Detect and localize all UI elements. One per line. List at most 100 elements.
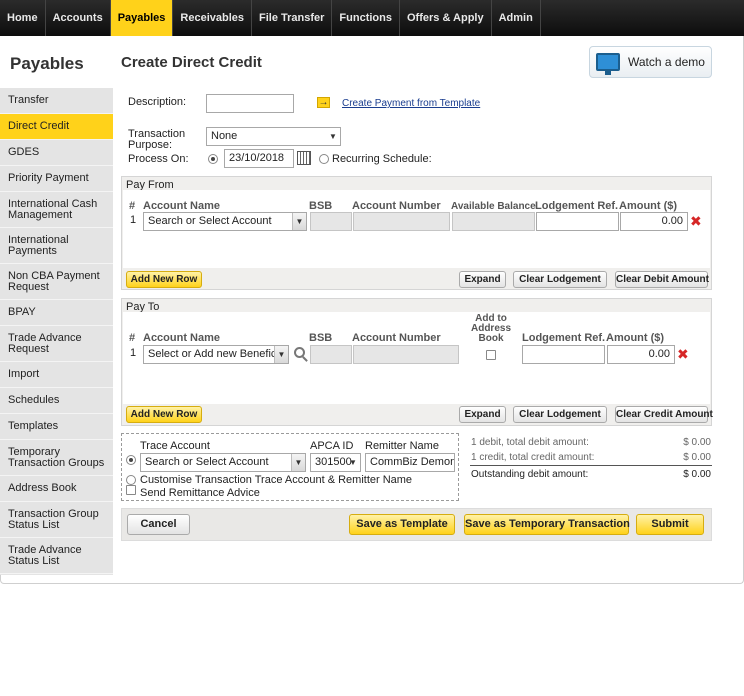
sidebar-item-gdes[interactable]: GDES — [0, 140, 113, 166]
process-on-label: Process On: — [128, 153, 189, 165]
sidebar-item-templates[interactable]: Templates — [0, 414, 113, 440]
summary-divider — [470, 465, 712, 466]
delete-row-icon[interactable]: ✖ — [690, 214, 702, 228]
pay-to-bsb-field — [310, 345, 352, 364]
sidebar-item-address-book[interactable]: Address Book — [0, 476, 113, 502]
watch-demo-button[interactable]: Watch a demo — [589, 46, 712, 78]
pay-from-amount-input[interactable]: 0.00 — [620, 212, 688, 231]
apca-id-select[interactable]: 301500 ▼ — [310, 453, 361, 472]
col-account-name: Account Name — [143, 200, 221, 212]
send-remittance-label: Send Remittance Advice — [140, 487, 260, 499]
col-account-name: Account Name — [143, 332, 221, 344]
nav-home[interactable]: Home — [0, 0, 46, 36]
transaction-purpose-label: Transaction Purpose: — [128, 129, 185, 151]
nav-functions[interactable]: Functions — [332, 0, 400, 36]
transaction-purpose-select[interactable]: None ▼ — [206, 127, 341, 146]
sidebar-item-import[interactable]: Import — [0, 362, 113, 388]
pay-from-account-select[interactable]: Search or Select Account ▼ — [143, 212, 307, 231]
beneficiary-placeholder: Select or Add new Beneficiar — [148, 348, 289, 360]
pay-from-bsb-field — [310, 212, 352, 231]
purpose-value: None — [211, 130, 238, 142]
pay-from-clear-lodgement-button[interactable]: Clear Lodgement — [513, 271, 607, 288]
page-title: Create Direct Credit — [121, 54, 262, 71]
recurring-schedule-radio[interactable] — [319, 154, 329, 164]
row-number: 1 — [130, 347, 137, 359]
pay-to-account-number-field — [353, 345, 459, 364]
delete-row-icon[interactable]: ✖ — [677, 347, 689, 361]
description-input[interactable] — [206, 94, 294, 113]
remitter-name-label: Remitter Name — [365, 440, 439, 452]
sidebar-list: Transfer Direct Credit GDES Priority Pay… — [0, 88, 113, 574]
credit-summary-label: 1 credit, total credit amount: — [471, 452, 595, 463]
pay-to-panel: Pay To # Account Name BSB Account Number… — [121, 298, 713, 426]
nav-admin[interactable]: Admin — [492, 0, 541, 36]
pay-from-add-row-button[interactable]: Add New Row — [126, 271, 202, 288]
save-as-temporary-button[interactable]: Save as Temporary Transaction — [464, 514, 630, 535]
nav-offers-apply[interactable]: Offers & Apply — [400, 0, 492, 36]
nav-file-transfer[interactable]: File Transfer — [252, 0, 333, 36]
pay-from-lodgement-input[interactable] — [536, 212, 619, 231]
sidebar-item-transfer[interactable]: Transfer — [0, 88, 113, 114]
trace-account-value: Search or Select Account — [145, 456, 269, 468]
nav-payables[interactable]: Payables — [110, 0, 174, 36]
account-placeholder: Search or Select Account — [148, 215, 272, 227]
search-icon[interactable] — [294, 347, 305, 358]
outstanding-value: $ 0.00 — [683, 469, 711, 480]
purpose-label-line2: Purpose: — [128, 139, 173, 151]
nav-accounts[interactable]: Accounts — [46, 0, 111, 36]
top-navigation: Home Accounts Payables Receivables File … — [0, 0, 744, 36]
customise-trace-radio[interactable] — [126, 475, 136, 485]
process-on-date-input[interactable]: 23/10/2018 — [224, 149, 294, 168]
pay-to-account-select[interactable]: Select or Add new Beneficiar ▼ — [143, 345, 289, 364]
arrow-right-icon: → — [317, 97, 330, 108]
cancel-button[interactable]: Cancel — [127, 514, 190, 535]
sidebar-item-trade-advance-request[interactable]: Trade Advance Request — [0, 326, 113, 362]
recurring-schedule-label: Recurring Schedule: — [332, 153, 432, 165]
customise-trace-label: Customise Transaction Trace Account & Re… — [140, 474, 413, 486]
process-on-radio[interactable] — [208, 154, 218, 164]
sidebar-item-non-cba-payment[interactable]: Non CBA Payment Request — [0, 264, 113, 300]
debit-summary-label: 1 debit, total debit amount: — [471, 437, 589, 448]
save-as-template-button[interactable]: Save as Template — [349, 514, 455, 535]
trace-account-radio[interactable] — [126, 455, 136, 465]
pay-from-expand-button[interactable]: Expand — [459, 271, 506, 288]
row-number: 1 — [130, 214, 137, 226]
sidebar-item-temporary-groups[interactable]: Temporary Transaction Groups — [0, 440, 113, 476]
monitor-icon — [596, 53, 620, 75]
pay-from-clear-debit-button[interactable]: Clear Debit Amount — [615, 271, 709, 288]
pay-from-table: # Account Name BSB Account Number Availa… — [123, 190, 710, 268]
trace-account-select[interactable]: Search or Select Account ▼ — [140, 453, 306, 472]
pay-to-lodgement-input[interactable] — [522, 345, 605, 364]
col-bsb: BSB — [309, 332, 333, 344]
sidebar-item-international-payments[interactable]: International Payments — [0, 228, 113, 264]
dropdown-arrow-icon: ▼ — [349, 458, 357, 467]
send-remittance-checkbox[interactable] — [126, 485, 136, 495]
sidebar-item-international-cash[interactable]: International Cash Management — [0, 192, 113, 228]
pay-to-clear-lodgement-button[interactable]: Clear Lodgement — [513, 406, 607, 423]
remitter-name-input[interactable]: CommBiz Demonstr — [365, 453, 455, 472]
pay-to-expand-button[interactable]: Expand — [459, 406, 506, 423]
sidebar-item-trade-advance-status[interactable]: Trade Advance Status List — [0, 538, 113, 574]
sidebar-item-priority-payment[interactable]: Priority Payment — [0, 166, 113, 192]
sidebar-item-bpay[interactable]: BPAY — [0, 300, 113, 326]
col-amount: Amount ($) — [619, 200, 678, 212]
calendar-icon[interactable] — [297, 151, 311, 165]
nav-receivables[interactable]: Receivables — [173, 0, 252, 36]
sidebar-item-direct-credit[interactable]: Direct Credit — [0, 114, 113, 140]
create-from-template-link[interactable]: Create Payment from Template — [342, 98, 480, 109]
col-add-to-address-book: Add to Address Book — [470, 313, 511, 344]
pay-to-amount-input[interactable]: 0.00 — [607, 345, 675, 364]
col-available-balance: Available Balance — [451, 201, 536, 212]
pay-to-clear-credit-button[interactable]: Clear Credit Amount — [615, 406, 713, 423]
sidebar-item-group-status-list[interactable]: Transaction Group Status List — [0, 502, 113, 538]
col-amount: Amount ($) — [606, 332, 665, 344]
trace-account-label: Trace Account — [140, 440, 210, 452]
dropdown-arrow-icon: ▼ — [329, 132, 337, 141]
debit-summary-value: $ 0.00 — [683, 437, 711, 448]
credit-summary-value: $ 0.00 — [683, 452, 711, 463]
add-to-address-book-checkbox[interactable] — [486, 350, 496, 360]
pay-to-add-row-button[interactable]: Add New Row — [126, 406, 202, 423]
submit-button[interactable]: Submit — [636, 514, 704, 535]
outstanding-label: Outstanding debit amount: — [471, 469, 589, 480]
sidebar-item-schedules[interactable]: Schedules — [0, 388, 113, 414]
